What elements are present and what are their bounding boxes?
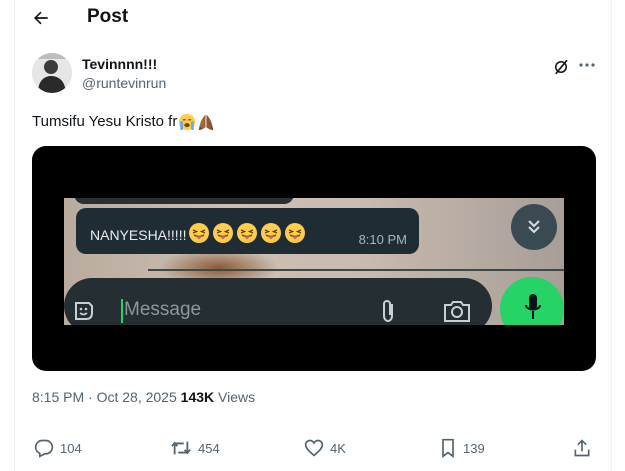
tongue-face-emoji <box>261 223 282 243</box>
tongue-face-emoji <box>237 223 258 243</box>
divider-line <box>148 269 564 271</box>
media-image[interactable]: NANYESHA!!!!! 8:10 PM Message <box>32 146 596 371</box>
like-button[interactable]: 4K <box>304 437 346 459</box>
chevron-double-down-icon <box>528 220 540 234</box>
page-header: Post <box>0 0 625 36</box>
more-options-button[interactable] <box>576 55 598 75</box>
scroll-down-button <box>511 204 557 250</box>
tongue-face-emoji <box>285 223 306 243</box>
tongue-emoji-row <box>186 222 306 247</box>
attach-clip-icon <box>383 299 393 323</box>
chat-input-bar: Message <box>64 278 492 325</box>
heart-icon <box>304 439 324 457</box>
share-icon <box>574 439 590 457</box>
camera-icon <box>444 301 470 322</box>
repost-button[interactable]: 454 <box>170 437 220 459</box>
chat-message-label: NANYESHA!!!!! <box>90 226 187 243</box>
chat-message-text: NANYESHA!!!!! <box>90 222 306 247</box>
post-time[interactable]: 8:15 PM <box>32 389 84 405</box>
folded-hands-icon <box>199 114 214 131</box>
sticker-icon <box>75 302 93 320</box>
share-button[interactable] <box>572 437 592 459</box>
tongue-face-emoji <box>213 223 234 243</box>
views-count: 143K <box>180 389 215 405</box>
text-caret <box>121 299 123 323</box>
like-count: 4K <box>330 440 346 456</box>
post-metadata: 8:15 PM · Oct 28, 2025 143K Views <box>32 389 255 405</box>
post-text-content: Tumsifu Yesu Kristo fr <box>32 113 178 130</box>
chat-message-time: 8:10 PM <box>358 232 407 247</box>
post-date[interactable]: Oct 28, 2025 <box>97 389 177 405</box>
bookmark-icon <box>442 438 454 458</box>
grok-icon <box>555 59 568 75</box>
arrow-left-icon <box>34 11 48 25</box>
views-label: Views <box>218 389 256 405</box>
avatar[interactable] <box>32 53 72 93</box>
chat-screenshot: NANYESHA!!!!! 8:10 PM Message <box>64 198 564 325</box>
repost-icon <box>171 441 191 455</box>
more-dots-icon <box>579 63 595 67</box>
microphone-icon <box>525 294 541 319</box>
mic-button <box>500 277 564 325</box>
chat-message-bubble: NANYESHA!!!!! 8:10 PM <box>76 208 419 254</box>
author-display-name[interactable]: Tevinnnn!!! <box>82 56 157 72</box>
author-handle[interactable]: @runtevinrun <box>82 75 166 91</box>
bookmark-count: 139 <box>463 440 485 456</box>
page-title: Post <box>87 6 129 27</box>
loudly-crying-face-icon <box>179 113 196 131</box>
reply-button[interactable]: 104 <box>34 437 82 459</box>
previous-bubble-edge <box>74 198 294 204</box>
tongue-face-emoji <box>189 223 210 243</box>
reply-count: 104 <box>60 440 82 456</box>
repost-count: 454 <box>198 440 220 456</box>
back-button[interactable] <box>28 5 54 31</box>
bookmark-button[interactable]: 139 <box>439 437 485 459</box>
post-actions-bar: 104 454 4K 139 <box>32 437 598 459</box>
chat-input-placeholder: Message <box>124 299 202 320</box>
avatar-photo <box>32 53 72 93</box>
reply-icon <box>34 439 54 458</box>
grok-button[interactable] <box>551 57 571 77</box>
post-text: Tumsifu Yesu Kristo fr <box>32 112 215 132</box>
meta-separator: · <box>88 389 93 405</box>
